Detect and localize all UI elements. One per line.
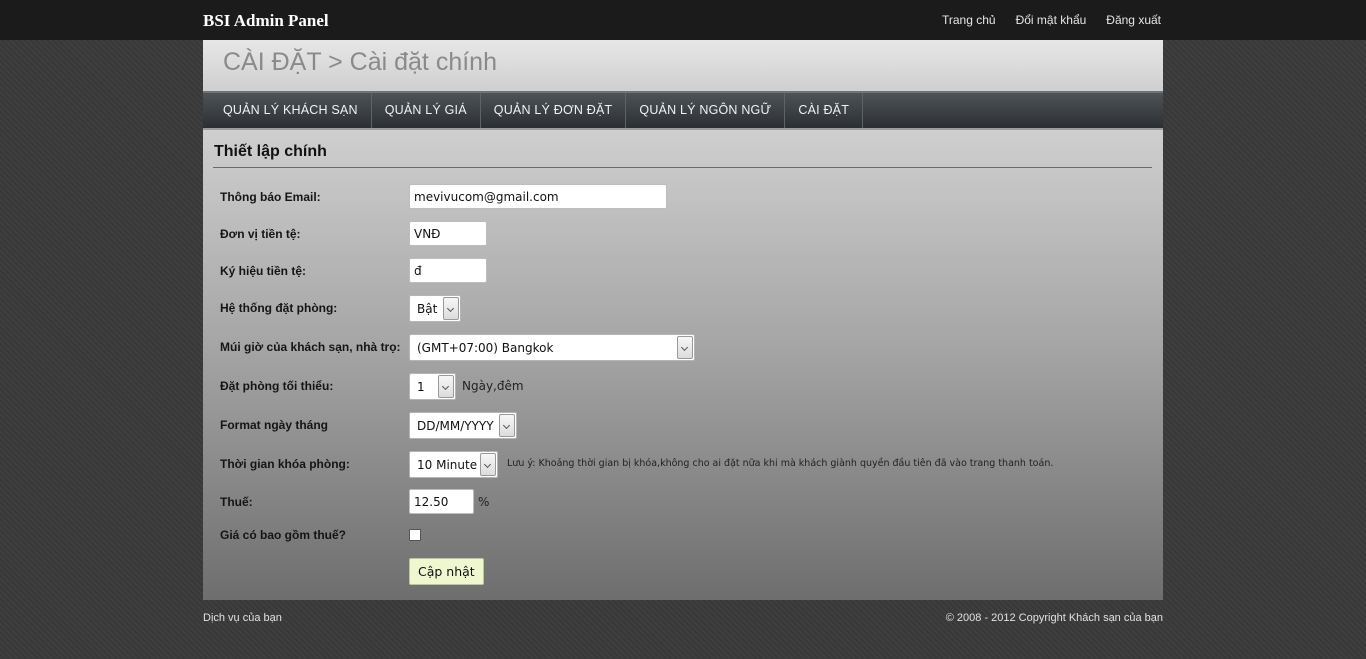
timezone-select[interactable]: (GMT+07:00) Bangkok [409, 334, 695, 361]
update-button[interactable]: Cập nhật [409, 558, 484, 585]
page-header: CÀI ĐẶT > Cài đặt chính [203, 40, 1163, 91]
tax-percent-sign: % [478, 495, 490, 509]
price-includes-tax-checkbox[interactable] [409, 529, 421, 541]
settings-panel: Thiết lập chính Thông báo Email: Đơn vị … [203, 128, 1163, 600]
min-booking-select[interactable]: 1 [409, 373, 456, 400]
change-password-link[interactable]: Đổi mật khẩu [1016, 13, 1087, 27]
top-bar: BSI Admin Panel Trang chủ Đổi mật khẩu Đ… [0, 0, 1366, 40]
nav-price-management[interactable]: QUẢN LÝ GIÁ [372, 93, 481, 128]
nav-language-management[interactable]: QUẢN LÝ NGÔN NGỮ [626, 93, 786, 128]
booking-system-value: Bật [417, 302, 438, 316]
nav-settings[interactable]: CÀI ĐẶT [785, 93, 864, 128]
lock-time-select[interactable]: 10 Minute [409, 451, 498, 478]
section-title: Thiết lập chính [214, 143, 327, 160]
timezone-label: Múi giờ của khách sạn, nhà trọ: [220, 340, 401, 354]
booking-system-label: Hệ thống đặt phòng: [220, 301, 338, 315]
date-format-value: DD/MM/YYYY [417, 419, 494, 433]
section-divider [213, 167, 1152, 168]
page-title: CÀI ĐẶT > Cài đặt chính [223, 48, 497, 76]
main-nav: QUẢN LÝ KHÁCH SẠN QUẢN LÝ GIÁ QUẢN LÝ ĐƠ… [203, 91, 1163, 128]
min-booking-value: 1 [417, 380, 425, 394]
logout-link[interactable]: Đăng xuất [1106, 13, 1161, 27]
min-booking-unit: Ngày,đêm [462, 379, 524, 393]
chevron-down-icon [677, 336, 693, 359]
brand-title: BSI Admin Panel [203, 11, 329, 30]
top-links: Trang chủ Đổi mật khẩu Đăng xuất [942, 13, 1161, 27]
lock-time-note: Lưu ý: Khoảng thời gian bị khóa,không ch… [507, 458, 1054, 469]
currency-symbol-label: Ký hiệu tiền tệ: [220, 264, 307, 278]
tax-label: Thuế: [220, 495, 253, 509]
email-input[interactable] [409, 184, 667, 209]
footer-copyright: © 2008 - 2012 Copyright Khách sạn của bạ… [945, 612, 1163, 624]
date-format-select[interactable]: DD/MM/YYYY [409, 412, 517, 439]
min-booking-label: Đặt phòng tối thiểu: [220, 379, 334, 393]
email-label: Thông báo Email: [220, 190, 321, 204]
currency-unit-input[interactable] [409, 221, 487, 246]
chevron-down-icon [499, 414, 515, 437]
chevron-down-icon [438, 375, 454, 398]
tax-input[interactable] [409, 489, 474, 514]
home-link[interactable]: Trang chủ [942, 13, 996, 27]
date-format-label: Format ngày tháng [220, 418, 329, 432]
nav-hotel-management[interactable]: QUẢN LÝ KHÁCH SẠN [203, 93, 372, 128]
footer-service-text: Dịch vụ của bạn [203, 612, 282, 624]
currency-symbol-input[interactable] [409, 258, 487, 283]
currency-unit-label: Đơn vị tiền tệ: [220, 227, 301, 241]
timezone-value: (GMT+07:00) Bangkok [417, 341, 554, 355]
chevron-down-icon [443, 297, 459, 320]
chevron-down-icon [480, 453, 496, 476]
price-includes-tax-label: Giá có bao gồm thuế? [220, 528, 347, 542]
booking-system-select[interactable]: Bật [409, 295, 461, 322]
lock-time-label: Thời gian khóa phòng: [220, 457, 350, 471]
nav-booking-management[interactable]: QUẢN LÝ ĐƠN ĐẶT [481, 93, 627, 128]
lock-time-value: 10 Minute [417, 458, 478, 472]
